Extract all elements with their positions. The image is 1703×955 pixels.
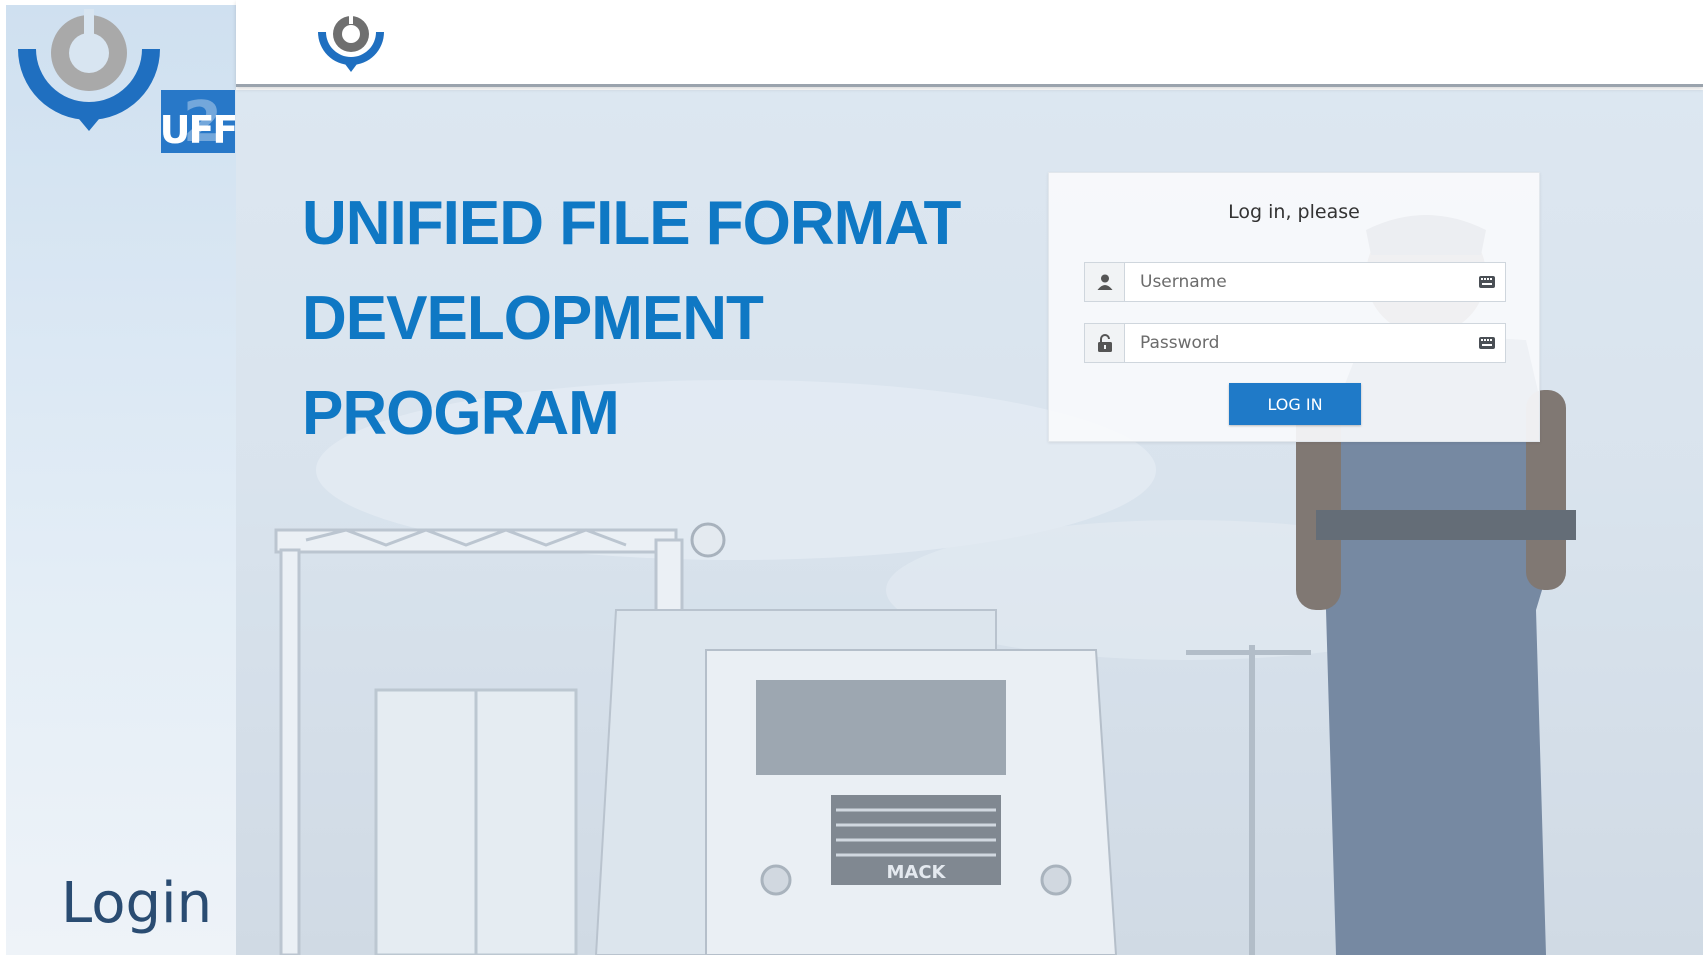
left-panel: 2 UFF Login <box>6 5 236 955</box>
wco-logo-icon <box>18 9 160 131</box>
wco-small-logo-icon[interactable] <box>316 12 386 76</box>
login-page: 2 UFF Login MACK UNIFIED FILE FORMAT DEV… <box>0 0 1703 955</box>
headline-line-3: PROGRAM <box>302 379 620 448</box>
keyboard-icon[interactable] <box>1479 276 1495 288</box>
headline-line-1: UNIFIED FILE FORMAT <box>302 189 961 258</box>
top-header <box>236 0 1703 87</box>
keyboard-icon[interactable] <box>1479 337 1495 349</box>
uff-badge: 2 UFF <box>161 90 235 153</box>
user-icon <box>1085 263 1125 301</box>
unlock-icon <box>1085 324 1125 362</box>
page-caption: Login <box>61 871 213 936</box>
login-card-title: Log in, please <box>1228 201 1360 223</box>
password-field <box>1084 323 1506 363</box>
headline-line-2: DEVELOPMENT <box>302 284 764 353</box>
login-button[interactable]: LOG IN <box>1229 383 1361 425</box>
username-field <box>1084 262 1506 302</box>
login-card: Log in, please Username LOG IN <box>1048 172 1540 442</box>
uff-badge-text: UFF <box>161 107 235 152</box>
username-input[interactable] <box>1125 263 1479 301</box>
password-input[interactable] <box>1125 324 1479 362</box>
